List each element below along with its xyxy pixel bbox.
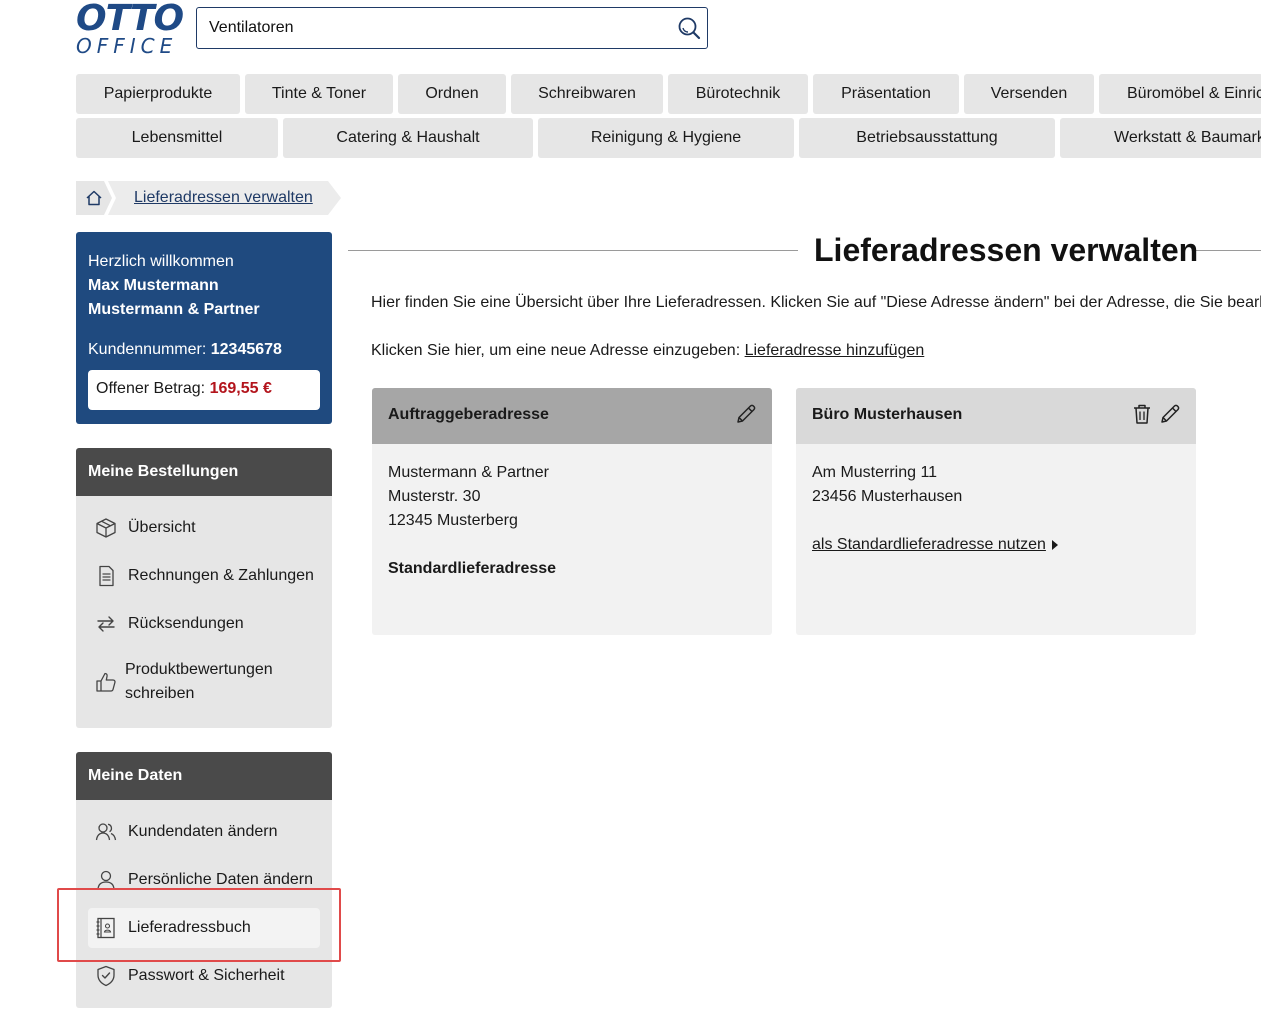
otto-office-logo[interactable]: OTTO OFFICE — [76, 0, 184, 58]
sidebar-item-kundendaten[interactable]: Kundendaten ändern — [88, 812, 320, 852]
nav-schreibwaren[interactable]: Schreibwaren — [511, 74, 663, 114]
search-value: Ventilatoren — [209, 19, 294, 36]
users-icon — [95, 823, 117, 841]
mydata-panel: Meine Daten Kundendaten ändern Persönlic… — [76, 752, 332, 1008]
sidebar-item-label: Rechnungen & Zahlungen — [128, 567, 314, 584]
logo-office-text: OFFICE — [76, 34, 178, 58]
nav-papierprodukte[interactable]: Papierprodukte — [76, 74, 240, 114]
add-address-link[interactable]: Lieferadresse hinzufügen — [745, 342, 925, 359]
intro-text: Hier finden Sie eine Übersicht über Ihre… — [371, 294, 1261, 311]
nav-praesentation[interactable]: Präsentation — [813, 74, 959, 114]
sidebar-item-passwort[interactable]: Passwort & Sicherheit — [88, 956, 320, 996]
nav-lebensmittel[interactable]: Lebensmittel — [76, 118, 278, 158]
sidebar-item-label: Persönliche Daten ändern — [128, 871, 314, 888]
set-default-address-link[interactable]: als Standardlieferadresse nutzen — [812, 533, 1058, 557]
sidebar-item-label: Produktbewertungen schreiben — [125, 658, 273, 706]
address-line: Am Musterring 11 — [812, 464, 938, 481]
address-card-body: Mustermann & Partner Musterstr. 30 12345… — [372, 444, 772, 598]
home-icon[interactable] — [85, 189, 103, 207]
address-card-title: Büro Musterhausen — [812, 406, 963, 423]
nav-bueromoebel[interactable]: Büromöbel & Einric — [1099, 74, 1261, 114]
mydata-panel-title: Meine Daten — [76, 752, 332, 800]
nav-versenden[interactable]: Versenden — [964, 74, 1094, 114]
nav-werkstatt-baumarkt[interactable]: Werkstatt & Baumarkt — [1060, 118, 1261, 158]
breadcrumb: Lieferadressen verwalten — [76, 181, 341, 215]
address-card-buero-musterhausen: Büro Musterhausen Am Musterring 11 23456… — [796, 388, 1196, 635]
open-amount-value: 169,55 € — [209, 380, 272, 397]
page-title: Lieferadressen verwalten — [814, 232, 1199, 268]
orders-panel-title: Meine Bestellungen — [76, 448, 332, 496]
category-nav-row-2: Lebensmittel Catering & Haushalt Reinigu… — [76, 118, 1261, 158]
open-amount-label: Offener Betrag: — [96, 380, 206, 397]
nav-buerotechnik[interactable]: Bürotechnik — [668, 74, 808, 114]
highlight-frame — [57, 888, 341, 962]
customer-number-label: Kundennummer: — [88, 341, 207, 358]
search-input[interactable]: Ventilatoren — [196, 7, 708, 49]
invoice-icon — [99, 565, 114, 587]
nav-reinigung-hygiene[interactable]: Reinigung & Hygiene — [538, 118, 794, 158]
search-icon[interactable] — [677, 16, 701, 40]
orders-panel: Meine Bestellungen Übersicht Rechnungen … — [76, 448, 332, 728]
sidebar-item-label-line1: Produktbewertungen — [125, 661, 273, 678]
default-address-label: Standardlieferadresse — [388, 560, 557, 577]
box-icon — [96, 518, 116, 538]
pencil-icon[interactable] — [1158, 402, 1182, 426]
sidebar-item-ruecksendungen[interactable]: Rücksendungen — [88, 604, 320, 644]
address-line: 23456 Musterhausen — [812, 488, 963, 505]
address-card-title: Auftraggeberadresse — [388, 406, 549, 423]
address-card-body: Am Musterring 11 23456 Musterhausen als … — [796, 444, 1196, 574]
add-address-line: Klicken Sie hier, um eine neue Adresse e… — [371, 342, 924, 360]
welcome-name: Max Mustermann — [88, 277, 219, 294]
address-line: Mustermann & Partner — [388, 464, 549, 481]
sidebar-item-uebersicht[interactable]: Übersicht — [88, 508, 320, 548]
address-card-header: Büro Musterhausen — [796, 388, 1196, 444]
shield-icon — [97, 965, 115, 987]
open-amount-box[interactable]: Offener Betrag: 169,55 € — [88, 370, 320, 410]
nav-catering-haushalt[interactable]: Catering & Haushalt — [283, 118, 533, 158]
breadcrumb-current-link[interactable]: Lieferadressen verwalten — [134, 189, 313, 207]
logo-otto-text: OTTO — [76, 0, 184, 39]
nav-ordnen[interactable]: Ordnen — [398, 74, 506, 114]
sidebar-item-label: Rücksendungen — [128, 615, 244, 632]
sidebar-item-produktbewertungen[interactable]: Produktbewertungen schreiben — [88, 654, 320, 710]
sidebar-item-label: Kundendaten ändern — [128, 823, 278, 840]
return-icon — [97, 616, 115, 632]
category-nav-row-1: Papierprodukte Tinte & Toner Ordnen Schr… — [76, 74, 1261, 114]
set-default-address-label: als Standardlieferadresse nutzen — [812, 536, 1046, 553]
welcome-company: Mustermann & Partner — [88, 301, 260, 318]
welcome-box: Herzlich willkommen Max Mustermann Muste… — [76, 232, 332, 424]
title-divider-left — [348, 250, 798, 251]
trash-icon[interactable] — [1130, 402, 1154, 426]
add-address-prefix: Klicken Sie hier, um eine neue Adresse e… — [371, 342, 741, 359]
sidebar-item-label: Übersicht — [128, 519, 196, 536]
nav-tinte-toner[interactable]: Tinte & Toner — [245, 74, 393, 114]
customer-number-value: 12345678 — [210, 341, 282, 358]
customer-number-line: Kundennummer: 12345678 — [88, 338, 320, 362]
sidebar-item-label: Passwort & Sicherheit — [128, 967, 285, 984]
sidebar-item-rechnungen[interactable]: Rechnungen & Zahlungen — [88, 556, 320, 596]
sidebar-item-label-line2: schreiben — [125, 685, 195, 702]
address-line: 12345 Musterberg — [388, 512, 518, 529]
pencil-icon[interactable] — [734, 402, 758, 426]
address-card-auftraggeber: Auftraggeberadresse Mustermann & Partner… — [372, 388, 772, 635]
nav-betriebsausstattung[interactable]: Betriebsausstattung — [799, 118, 1055, 158]
caret-right-icon — [1051, 540, 1058, 550]
thumbs-up-icon — [96, 672, 116, 692]
title-divider-right — [1194, 250, 1261, 251]
welcome-greeting: Herzlich willkommen — [88, 253, 234, 270]
address-line: Musterstr. 30 — [388, 488, 481, 505]
address-card-header: Auftraggeberadresse — [372, 388, 772, 444]
